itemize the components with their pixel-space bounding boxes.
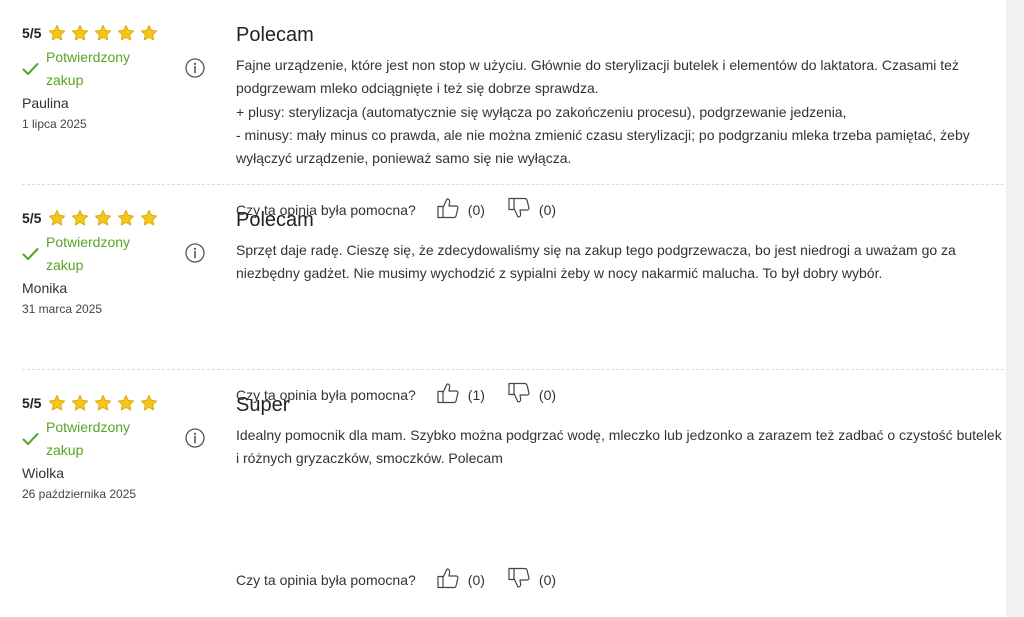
rating-score: 5/5 [22,25,42,41]
star-icon [48,209,66,227]
check-icon [22,62,39,76]
star-icon [117,24,135,42]
star-icon [140,394,158,412]
star-icon [117,209,135,227]
reviews-list: 5/5 Potwierdzony zakup Paulina 1 lipca 2… [22,0,1004,589]
scrollbar-track[interactable] [1006,0,1024,617]
review-body-paragraph: Sprzęt daje radę. Cieszę się, że zdecydo… [236,242,956,282]
downvote-button[interactable]: (0) [507,567,556,592]
review-title: Super [236,394,290,416]
review-body-paragraph: + plusy: sterylizacja (automatycznie się… [236,103,847,120]
info-icon[interactable] [185,243,205,263]
verified-purchase: Potwierdzony zakup [22,416,182,462]
review-date: 31 marca 2025 [22,302,103,316]
star-icon [140,209,158,227]
check-icon [22,432,39,446]
helpful-question: Czy ta opinia była pomocna? [236,571,416,588]
review-date: 26 października 2025 [22,487,137,501]
review-body: Sprzęt daje radę. Cieszę się, że zdecydo… [236,239,1004,286]
star-icon [94,24,112,42]
thumbs-down-icon [507,567,539,592]
review-content: Polecam Sprzęt daje radę. Cieszę się, że… [236,206,1004,286]
review-meta: 5/5 Potwierdzony zakup Wiolka 26 paździe… [22,392,182,501]
downvote-count: (0) [538,571,557,588]
star-icon [140,24,158,42]
rating-score: 5/5 [22,395,42,411]
review-body-paragraph: Idealny pomocnik dla mam. Szybko można p… [236,427,1002,467]
review-item: 5/5 Potwierdzony zakup Paulina 1 lipca 2… [22,0,1004,219]
author-name: Wiolka [22,465,65,481]
info-icon[interactable] [185,428,205,448]
upvote-button[interactable]: (0) [436,567,485,592]
star-icon [117,394,135,412]
star-icon [94,209,112,227]
review-content: Polecam Fajne urządzenie, które jest non… [236,21,1004,170]
rating-row: 5/5 [22,207,182,229]
verified-purchase: Potwierdzony zakup [22,46,182,92]
star-icon [48,24,66,42]
verified-label: Potwierdzony zakup [46,234,131,273]
check-icon [22,247,39,261]
review-body-paragraph: Fajne urządzenie, które jest non stop w … [236,57,959,97]
review-body-paragraph: - minusy: mały minus co prawda, ale nie … [236,126,970,167]
review-title: Polecam [236,209,314,231]
star-icon [94,394,112,412]
author-name: Monika [22,280,68,296]
thumbs-up-icon [436,567,468,592]
verified-label: Potwierdzony zakup [46,49,131,88]
review-date: 1 lipca 2025 [22,117,87,131]
upvote-count: (0) [467,571,485,588]
star-icon [71,24,89,42]
rating-row: 5/5 [22,22,182,44]
info-icon[interactable] [185,58,205,78]
rating-score: 5/5 [22,210,42,226]
star-icon [71,394,89,412]
review-meta: 5/5 Potwierdzony zakup Paulina 1 lipca 2… [22,22,182,131]
review-item: 5/5 Potwierdzony zakup Wiolka 26 paździe… [22,369,1004,589]
review-body: Fajne urządzenie, które jest non stop w … [236,54,1004,170]
review-content: Super Idealny pomocnik dla mam. Szybko m… [236,391,1004,471]
review-body: Idealny pomocnik dla mam. Szybko można p… [236,424,1004,471]
rating-row: 5/5 [22,392,182,414]
review-meta: 5/5 Potwierdzony zakup Monika 31 marca 2… [22,207,182,316]
star-icon [71,209,89,227]
review-item: 5/5 Potwierdzony zakup Monika 31 marca 2… [22,184,1004,404]
author-name: Paulina [22,95,69,111]
verified-label: Potwierdzony zakup [46,419,131,458]
review-title: Polecam [236,24,314,46]
star-icon [48,394,66,412]
verified-purchase: Potwierdzony zakup [22,231,182,277]
helpful-bar: Czy ta opinia była pomocna? (0) (0) [236,567,578,592]
